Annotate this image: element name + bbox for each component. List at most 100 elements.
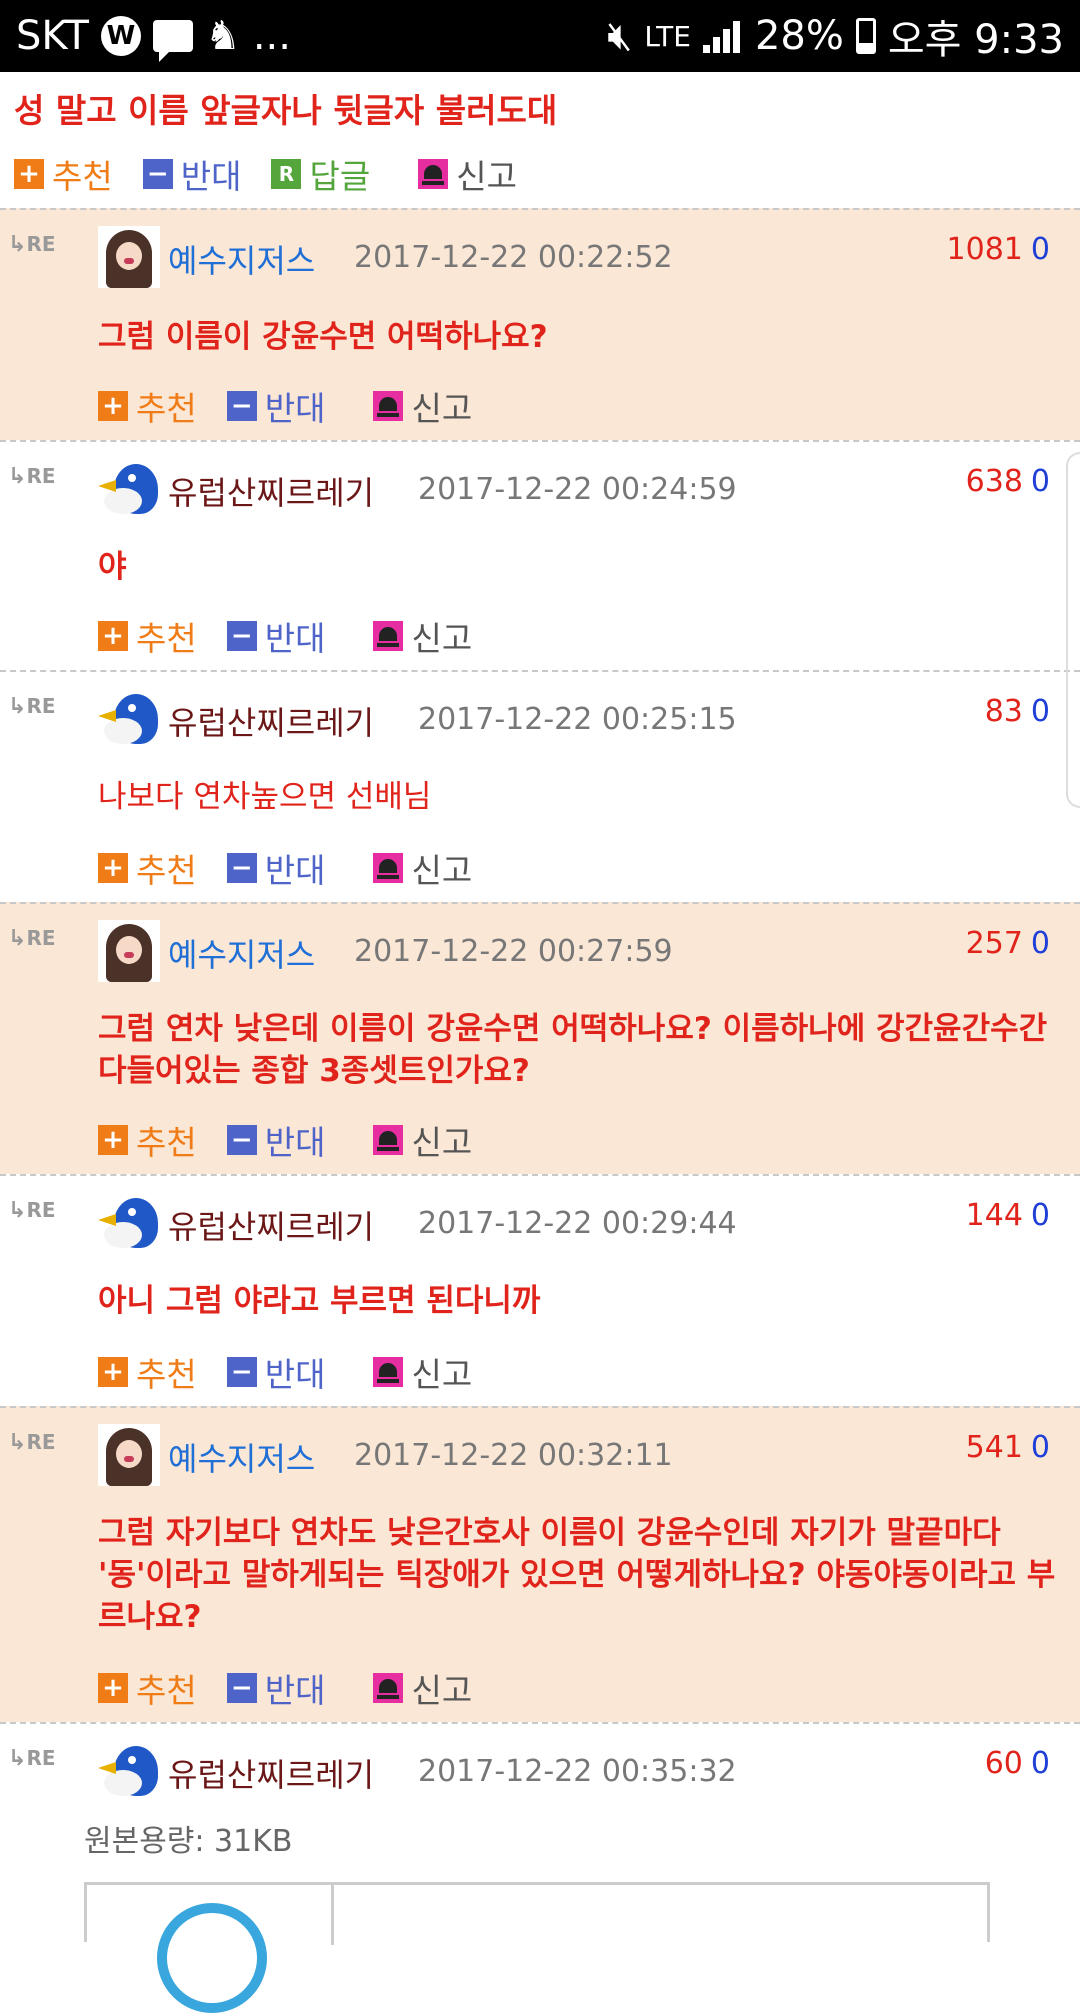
siren-icon xyxy=(373,1357,404,1387)
dislike-button[interactable]: − 반대 xyxy=(226,1348,325,1396)
like-button[interactable]: + 추천 xyxy=(98,382,197,430)
like-label: 추천 xyxy=(136,1671,197,1710)
dislike-button[interactable]: − 반대 xyxy=(226,1116,326,1164)
report-label: 신고 xyxy=(411,389,473,428)
reply-arrow-icon: ↳RE xyxy=(8,1430,56,1455)
w-app-icon: W xyxy=(100,16,141,56)
like-button[interactable]: + 추천 xyxy=(98,1664,197,1712)
comment-text: 야 xyxy=(98,549,127,585)
vote-counts: 1081 0 xyxy=(947,232,1050,267)
comment-item: ↳RE 예수지저스 2017-12-22 00:32:11 541 0 그럼 자기… xyxy=(0,1406,1080,1722)
avatar[interactable] xyxy=(98,1192,160,1254)
down-count: 0 xyxy=(1030,1430,1050,1465)
dislike-button[interactable]: − 반대 xyxy=(142,150,242,198)
vote-counts: 60 0 xyxy=(985,1746,1050,1781)
up-count: 60 xyxy=(984,1746,1023,1781)
up-count: 1081 xyxy=(946,232,1023,267)
report-label: 신고 xyxy=(411,619,473,658)
report-label: 신고 xyxy=(411,851,473,890)
plus-icon: + xyxy=(98,621,128,651)
dislike-label: 반대 xyxy=(264,1671,326,1710)
like-button[interactable]: + 추천 xyxy=(98,844,197,892)
comment-author[interactable]: 유럽산찌르레기 xyxy=(168,1202,374,1248)
original-size-label: 원본용량: 31KB xyxy=(84,1824,293,1859)
plus-icon: + xyxy=(98,853,128,883)
report-button[interactable]: 신고 xyxy=(373,382,472,430)
dislike-button[interactable]: − 반대 xyxy=(226,612,325,660)
report-button[interactable]: 신고 xyxy=(373,1348,472,1396)
like-button[interactable]: + 추천 xyxy=(98,1348,197,1396)
dislike-label: 반대 xyxy=(264,851,326,890)
siren-icon xyxy=(373,391,404,421)
comment-author[interactable]: 유럽산찌르레기 xyxy=(168,468,374,514)
down-count: 0 xyxy=(1030,926,1050,961)
like-label: 추천 xyxy=(136,1123,197,1162)
report-label: 신고 xyxy=(411,1355,473,1394)
comment-date: 2017-12-22 00:27:59 xyxy=(354,934,673,969)
avatar[interactable] xyxy=(98,688,160,750)
report-button[interactable]: 신고 xyxy=(373,844,472,892)
down-count: 0 xyxy=(1030,694,1050,729)
dislike-button[interactable]: − 반대 xyxy=(226,1664,326,1712)
clock: 오후 9:33 xyxy=(887,17,1064,63)
comment-actions: + 추천 − 반대 신고 xyxy=(98,1348,502,1396)
battery-percent: 28% xyxy=(754,13,844,59)
avatar[interactable] xyxy=(98,1740,160,1802)
like-button[interactable]: + 추천 xyxy=(14,150,113,198)
minus-icon: − xyxy=(226,1673,257,1703)
like-button[interactable]: + 추천 xyxy=(98,612,197,660)
reply-arrow-icon: ↳RE xyxy=(8,1746,56,1771)
like-button[interactable]: + 추천 xyxy=(98,1116,197,1164)
scrollbar[interactable] xyxy=(1066,452,1080,808)
reply-button[interactable]: R 답글 xyxy=(271,150,370,198)
up-count: 638 xyxy=(965,464,1023,499)
comment-text: 나보다 연차높으면 선배님 xyxy=(98,779,432,815)
down-count: 0 xyxy=(1030,1198,1050,1233)
post-actions: + 추천 − 반대 R 답글 신고 xyxy=(14,150,547,198)
siren-icon xyxy=(373,1673,404,1703)
reply-arrow-icon: ↳RE xyxy=(8,694,56,719)
reply-arrow-icon: ↳RE xyxy=(8,464,56,489)
comment-item: ↳RE 예수지저스 2017-12-22 00:22:52 1081 0 그럼 이… xyxy=(0,208,1080,440)
comment-item: ↳RE 유럽산찌르레기 2017-12-22 00:25:15 83 0 나보다 … xyxy=(0,670,1080,902)
avatar[interactable] xyxy=(98,920,160,982)
comment-author[interactable]: 유럽산찌르레기 xyxy=(168,1750,374,1796)
comment-author[interactable]: 예수지저스 xyxy=(168,930,315,976)
attached-image[interactable] xyxy=(84,1882,990,2013)
siren-icon xyxy=(373,1125,404,1155)
signal-icon xyxy=(702,19,743,53)
avatar[interactable] xyxy=(98,1424,160,1486)
report-button[interactable]: 신고 xyxy=(373,1116,472,1164)
comment-author[interactable]: 예수지저스 xyxy=(168,1434,315,1480)
person-icon: ♞ xyxy=(204,13,241,59)
reply-arrow-icon: ↳RE xyxy=(8,232,56,257)
reply-arrow-icon: ↳RE xyxy=(8,1198,56,1223)
comment-author[interactable]: 유럽산찌르레기 xyxy=(168,698,374,744)
reply-arrow-icon: ↳RE xyxy=(8,926,56,951)
dislike-label: 반대 xyxy=(264,1123,326,1162)
plus-icon: + xyxy=(98,1125,128,1155)
down-count: 0 xyxy=(1030,232,1050,267)
comment-author[interactable]: 예수지저스 xyxy=(168,236,315,282)
post-text: 성 말고 이름 앞글자나 뒷글자 불러도대 xyxy=(14,91,558,130)
siren-icon xyxy=(373,853,404,883)
avatar[interactable] xyxy=(98,458,160,520)
avatar[interactable] xyxy=(98,226,160,288)
comment-actions: + 추천 − 반대 신고 xyxy=(98,1116,502,1164)
status-bar: SKT W ♞ ... 🔇︎ LTE 28% 오후 9:33 xyxy=(0,0,1080,72)
comment-actions: + 추천 − 반대 신고 xyxy=(98,382,502,430)
dislike-button[interactable]: − 반대 xyxy=(226,844,326,892)
comment-text: 그럼 이름이 강윤수면 어떡하나요? xyxy=(98,319,548,355)
vote-counts: 541 0 xyxy=(966,1430,1050,1465)
comment-actions: + 추천 − 반대 신고 xyxy=(98,1664,502,1712)
dislike-label: 반대 xyxy=(180,157,242,196)
report-button[interactable]: 신고 xyxy=(373,1664,472,1712)
minus-icon: − xyxy=(226,1125,257,1155)
report-button[interactable]: 신고 xyxy=(373,612,472,660)
dislike-button[interactable]: − 반대 xyxy=(226,382,325,430)
report-button[interactable]: 신고 xyxy=(418,150,517,198)
comment-item: ↳RE 유럽산찌르레기 2017-12-22 00:29:44 144 0 아니 … xyxy=(0,1174,1080,1406)
comment-actions: + 추천 − 반대 신고 xyxy=(98,844,502,892)
up-count: 257 xyxy=(965,926,1023,961)
reply-label: 답글 xyxy=(309,157,371,196)
